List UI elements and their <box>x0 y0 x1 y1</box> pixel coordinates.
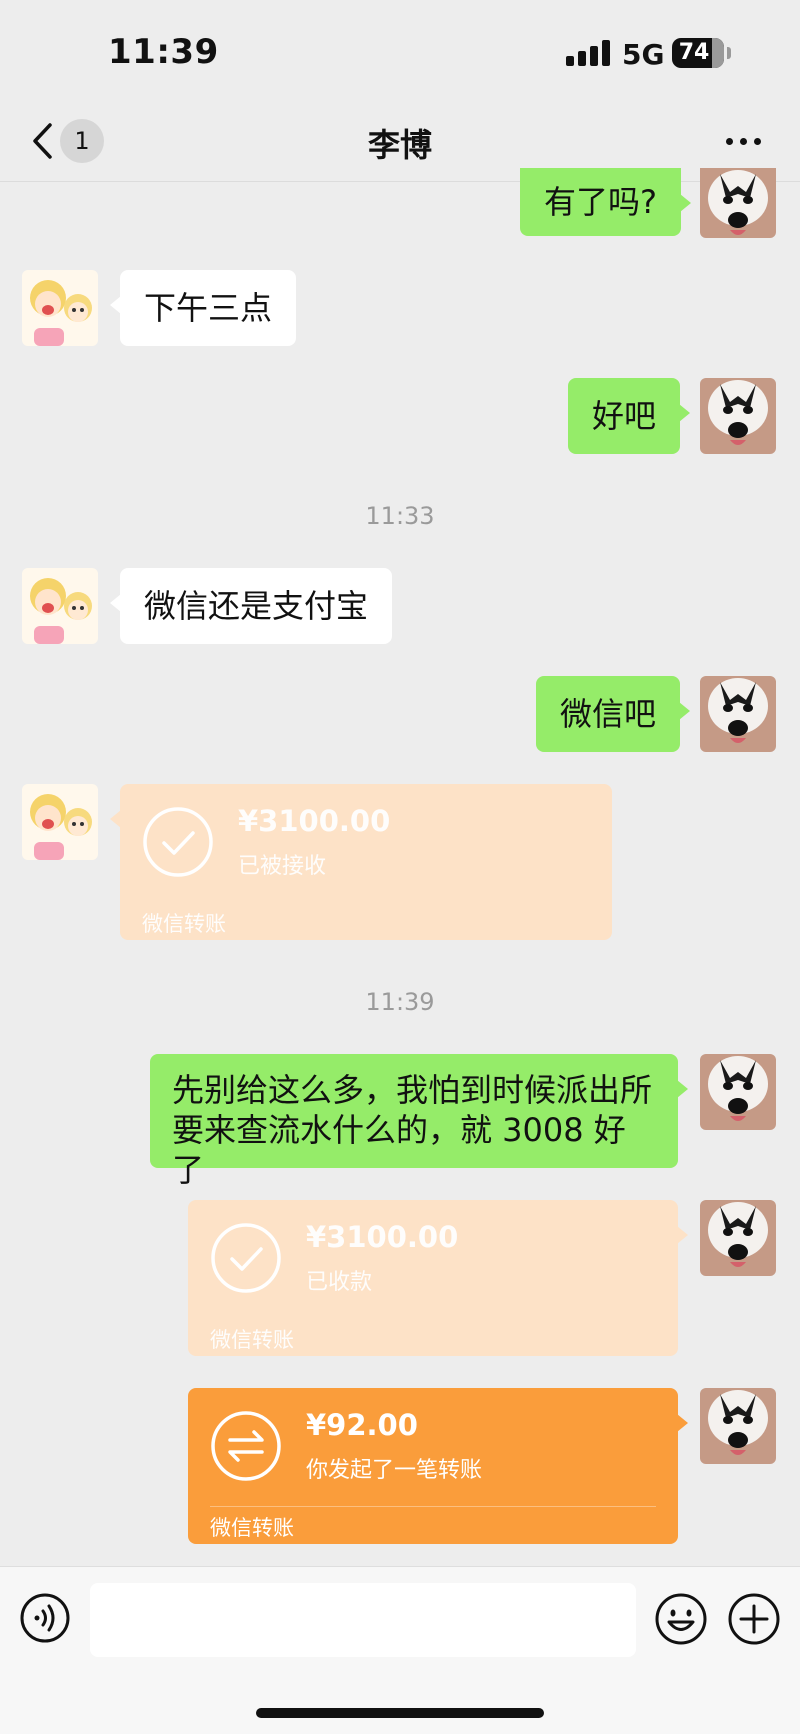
signal-icon <box>566 40 610 66</box>
transfer-arrows-icon <box>210 1410 282 1482</box>
transfer-amount: ¥3100.00 <box>306 1220 459 1254</box>
battery-level: 74 <box>678 40 710 65</box>
message-bubble-self[interactable]: 微信吧 <box>536 676 691 752</box>
contact-avatar[interactable] <box>22 270 98 346</box>
message-bubble-self[interactable]: 有了吗? <box>520 168 691 236</box>
message-bubble-self[interactable]: 好吧 <box>568 378 691 454</box>
transfer-card-pending[interactable]: ¥92.00 你发起了一笔转账 微信转账 <box>188 1388 688 1544</box>
chat-title: 李博 <box>367 126 432 164</box>
self-avatar[interactable] <box>700 378 776 454</box>
voice-icon[interactable] <box>20 1593 70 1643</box>
check-circle-icon <box>210 1222 282 1294</box>
transfer-status: 已收款 <box>306 1270 373 1295</box>
self-avatar[interactable] <box>700 1200 776 1276</box>
message-bubble-contact[interactable]: 下午三点 <box>109 270 297 346</box>
message-bubble-contact[interactable]: 微信还是支付宝 <box>109 568 393 644</box>
transfer-status: 已被接收 <box>238 854 327 879</box>
home-indicator[interactable] <box>256 1708 544 1718</box>
chat-timestamp: 11:33 <box>365 502 435 530</box>
transfer-amount: ¥92.00 <box>306 1408 418 1442</box>
transfer-footer: 微信转账 <box>210 1516 294 1540</box>
message-text: 先别给这么多，我怕到时候派出所要来查流水什么的，就 3008 好了 <box>172 1071 653 1189</box>
status-bar: 11:39 5G 74 <box>0 0 800 100</box>
self-avatar[interactable] <box>700 1388 776 1464</box>
transfer-card-received[interactable]: ¥3100.00 已被接收 微信转账 <box>110 784 612 940</box>
transfer-footer: 微信转账 <box>142 912 226 936</box>
network-type: 5G <box>622 38 665 71</box>
self-avatar[interactable] <box>700 1054 776 1130</box>
message-text: 微信吧 <box>560 695 657 733</box>
transfer-amount: ¥3100.00 <box>238 804 391 838</box>
more-dots-icon[interactable] <box>726 138 766 146</box>
plus-icon[interactable] <box>728 1593 780 1645</box>
status-time: 11:39 <box>108 32 219 72</box>
message-input[interactable] <box>90 1583 636 1657</box>
message-text: 下午三点 <box>144 289 273 327</box>
emoji-icon[interactable] <box>655 1593 707 1645</box>
self-avatar[interactable] <box>700 676 776 752</box>
message-text: 好吧 <box>592 397 657 435</box>
message-bubble-self[interactable]: 先别给这么多，我怕到时候派出所要来查流水什么的，就 3008 好了 <box>150 1054 688 1189</box>
check-circle-icon <box>142 806 214 878</box>
transfer-footer: 微信转账 <box>210 1328 294 1352</box>
contact-avatar[interactable] <box>22 568 98 644</box>
transfer-card-received[interactable]: ¥3100.00 已收款 微信转账 <box>188 1200 688 1356</box>
transfer-divider <box>210 1506 656 1507</box>
message-text: 有了吗? <box>544 183 657 221</box>
battery-tip <box>727 47 731 59</box>
message-text: 微信还是支付宝 <box>144 587 369 625</box>
contact-avatar[interactable] <box>22 784 98 860</box>
chat-timestamp: 11:39 <box>365 988 435 1016</box>
self-avatar[interactable] <box>700 168 776 238</box>
transfer-status: 你发起了一笔转账 <box>306 1458 483 1483</box>
battery-icon: 74 <box>672 38 724 68</box>
